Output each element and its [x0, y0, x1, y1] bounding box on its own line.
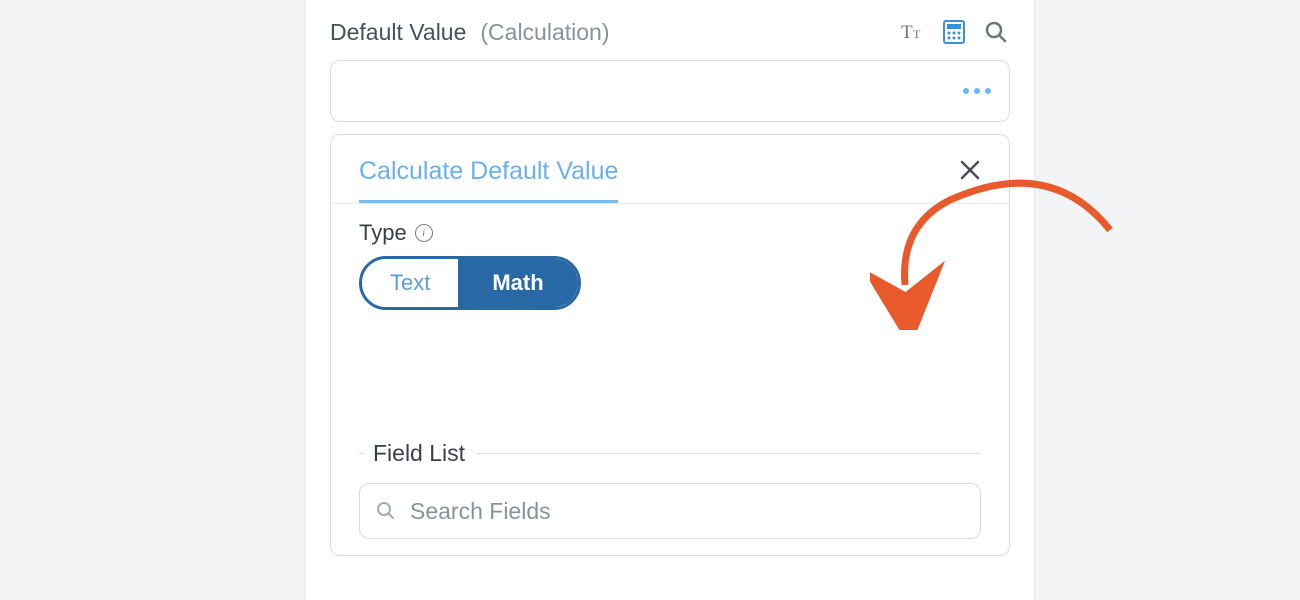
svg-text:T: T	[913, 27, 921, 41]
info-icon[interactable]: i	[415, 224, 433, 242]
calculate-panel: Calculate Default Value Type i Text Math…	[330, 134, 1010, 556]
type-row: Type i	[331, 204, 1009, 246]
search-icon	[376, 501, 396, 521]
header-row: Default Value (Calculation) T T	[330, 0, 1010, 60]
text-mode-icon[interactable]: T T	[898, 18, 926, 46]
header-sublabel: (Calculation)	[480, 19, 609, 46]
calc-header: Calculate Default Value	[331, 135, 1009, 204]
default-value-input[interactable]	[330, 60, 1010, 122]
fieldset-label: Field List	[373, 440, 477, 467]
calc-title: Calculate Default Value	[359, 157, 618, 185]
toggle-math-button[interactable]: Math	[458, 259, 577, 307]
calc-title-tab: Calculate Default Value	[359, 157, 618, 203]
search-icon[interactable]	[982, 18, 1010, 46]
divider	[477, 453, 981, 454]
close-button[interactable]	[959, 157, 981, 186]
search-placeholder: Search Fields	[410, 498, 551, 525]
header-icons: T T	[898, 18, 1010, 46]
header-label: Default Value	[330, 19, 466, 46]
svg-text:T: T	[901, 22, 913, 43]
search-fields-input[interactable]: Search Fields	[359, 483, 981, 539]
type-toggle-group: Text Math	[359, 256, 581, 310]
type-label: Type	[359, 220, 407, 246]
more-dots-icon[interactable]	[963, 88, 991, 94]
calculator-icon[interactable]	[940, 18, 968, 46]
toggle-text-button[interactable]: Text	[362, 259, 458, 307]
divider	[359, 453, 365, 454]
fieldset-header: Field List	[331, 440, 1009, 467]
default-value-panel: Default Value (Calculation) T T	[305, 0, 1035, 600]
